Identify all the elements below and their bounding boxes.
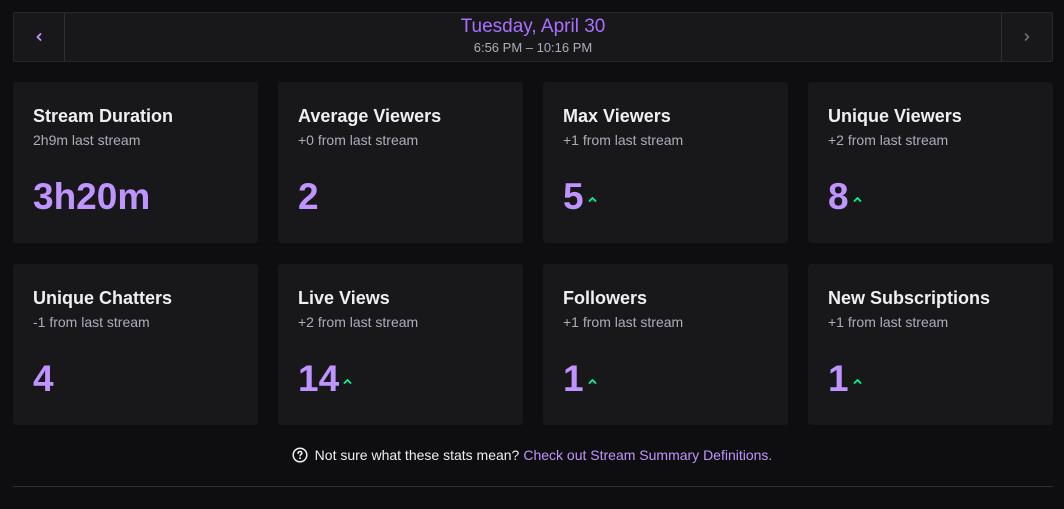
stat-value: 8 [828, 176, 849, 217]
divider [13, 486, 1053, 487]
stat-value-row: 2 [298, 175, 319, 219]
stream-time-range: 6:56 PM – 10:16 PM [473, 40, 593, 55]
stream-date: Tuesday, April 30 [460, 16, 606, 37]
stat-card: Stream Duration 2h9m last stream 3h20m [13, 82, 258, 243]
date-navigator: Tuesday, April 30 6:56 PM – 10:16 PM [13, 12, 1053, 62]
question-circle-icon [292, 447, 308, 463]
stat-comparison: +1 from last stream [563, 132, 684, 148]
stat-value-row: 1 [828, 357, 862, 401]
stat-value: 1 [563, 358, 584, 399]
chevron-right-icon [1024, 33, 1030, 41]
trend-up-icon [343, 377, 352, 385]
stat-value-row: 3h20m [33, 175, 150, 219]
trend-up-icon [853, 377, 862, 385]
stat-value-row: 4 [33, 357, 54, 401]
stat-card: Live Views +2 from last stream 14 [278, 264, 523, 425]
stat-value: 4 [33, 358, 54, 399]
stat-card: Max Viewers +1 from last stream 5 [543, 82, 788, 243]
stat-value-row: 14 [298, 357, 352, 401]
stat-value: 3h20m [33, 176, 151, 217]
next-stream-button[interactable] [1001, 13, 1052, 61]
stat-title: Followers [563, 288, 648, 308]
stream-summary-page: Tuesday, April 30 6:56 PM – 10:16 PM Str… [0, 0, 1064, 509]
stat-comparison: +1 from last stream [563, 314, 684, 330]
trend-up-icon [588, 377, 597, 385]
stat-title: Unique Viewers [828, 106, 962, 126]
help-text: Not sure what these stats mean? [314, 447, 520, 463]
stat-card: Unique Viewers +2 from last stream 8 [808, 82, 1053, 243]
previous-stream-button[interactable] [14, 13, 65, 61]
stat-value: 2 [298, 176, 319, 217]
stat-comparison: +2 from last stream [828, 132, 949, 148]
date-display: Tuesday, April 30 6:56 PM – 10:16 PM [64, 13, 1002, 61]
stat-card: Average Viewers +0 from last stream 2 [278, 82, 523, 243]
stat-value: 14 [298, 358, 340, 399]
stat-comparison: -1 from last stream [33, 314, 150, 330]
stat-value: 5 [563, 176, 584, 217]
stat-value-row: 1 [563, 357, 597, 401]
trend-up-icon [853, 195, 862, 203]
trend-up-icon [588, 195, 597, 203]
stat-comparison: 2h9m last stream [33, 132, 141, 148]
stat-comparison: +1 from last stream [828, 314, 949, 330]
chevron-left-icon [36, 33, 42, 41]
stat-card: Unique Chatters -1 from last stream 4 [13, 264, 258, 425]
stat-title: Max Viewers [563, 106, 671, 126]
stat-value-row: 8 [828, 175, 862, 219]
definitions-link[interactable]: Check out Stream Summary Definitions. [523, 446, 772, 464]
stat-title: Live Views [298, 288, 390, 308]
stat-title: New Subscriptions [828, 288, 991, 308]
stat-comparison: +0 from last stream [298, 132, 419, 148]
stat-title: Average Viewers [298, 106, 442, 126]
stats-grid: Stream Duration 2h9m last stream 3h20m Aver… [13, 82, 1053, 425]
stat-value: 1 [828, 358, 849, 399]
stat-title: Unique Chatters [33, 288, 173, 308]
help-line: Not sure what these stats mean? Check ou… [0, 446, 1064, 467]
stat-comparison: +2 from last stream [298, 314, 419, 330]
stat-card: Followers +1 from last stream 1 [543, 264, 788, 425]
stat-value-row: 5 [563, 175, 597, 219]
stat-title: Stream Duration [33, 106, 174, 126]
stat-card: New Subscriptions +1 from last stream 1 [808, 264, 1053, 425]
